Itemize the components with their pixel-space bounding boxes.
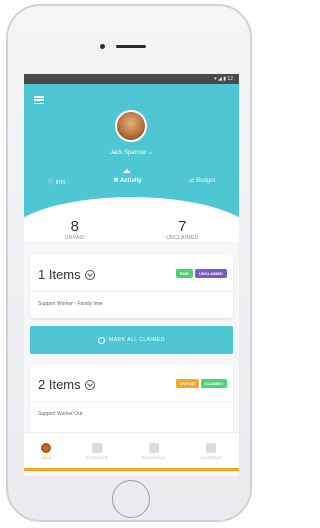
card-badges: PAID UNCLAIMED (175, 269, 227, 278)
card-title-text: 2 Items (38, 377, 81, 392)
tab-underline (24, 468, 239, 471)
card-title-text: 1 Items (38, 267, 81, 282)
stat-unpaid[interactable]: 8 UNPAID (64, 218, 85, 242)
card-title: 2 Items (38, 377, 95, 392)
front-camera (100, 44, 105, 49)
status-badge-unpaid: UNPAID (175, 379, 199, 388)
card-badges: UNPAID CLAIMED (175, 379, 227, 388)
tab-activity[interactable]: ⚒ Activity (113, 169, 142, 186)
chevron-down-icon[interactable] (84, 379, 95, 390)
active-caret-icon (123, 169, 132, 173)
hamburger-menu-icon[interactable] (34, 96, 44, 104)
mark-all-claimed-button[interactable]: MARK ALL CLAIMED (30, 326, 233, 354)
card-subtitle: Support Worker - Family time (38, 301, 103, 307)
activity-card[interactable]: 2 Items UNPAID CLAIMED Support Worker Ou… (30, 365, 233, 435)
profile-header: Jack Sparrow ⌄ ⓘ Info ⚒ Activity ⇄ Budge… (24, 84, 239, 241)
chevron-down-icon[interactable] (84, 269, 95, 280)
status-badge-claimed: CLAIMED (200, 379, 227, 388)
stat-unclaimed-value: 7 (178, 218, 187, 235)
referral-icon (148, 442, 159, 453)
user-avatar-icon (41, 442, 52, 453)
card-title: 1 Items (38, 267, 95, 282)
tab-calendar[interactable]: CALENDAR (200, 442, 222, 460)
user-name[interactable]: Jack Sparrow ⌄ (24, 149, 239, 156)
tab-expenses[interactable]: EXPENSES (85, 442, 108, 460)
tab-referrals[interactable]: REFERRALS (141, 442, 166, 460)
tab-expenses-label: EXPENSES (85, 454, 108, 460)
app-screen: ▾ ◢ ▮ 12 Jack Sparrow ⌄ ⓘ Info ⚒ Activit… (24, 74, 239, 476)
profile-menu: ⓘ Info ⚒ Activity ⇄ Budget (24, 169, 239, 186)
tab-budget[interactable]: ⇄ Budget (189, 177, 215, 186)
earpiece-speaker (116, 45, 146, 48)
tag-icon (91, 442, 102, 453)
status-bar: ▾ ◢ ▮ 12 (24, 74, 239, 84)
tab-jack[interactable]: JACK (41, 442, 52, 460)
status-badge-paid: PAID (175, 269, 193, 278)
mark-all-claimed-label: MARK ALL CLAIMED (109, 337, 165, 343)
tab-activity-label: ⚒ Activity (113, 178, 142, 184)
check-circle-icon (98, 336, 106, 344)
stat-unclaimed-label: UNCLAIMED (166, 235, 199, 241)
card-divider (30, 401, 233, 402)
tab-calendar-label: CALENDAR (200, 454, 222, 460)
activity-card[interactable]: 1 Items PAID UNCLAIMED Support Worker - … (30, 255, 233, 318)
stat-unpaid-value: 8 (70, 218, 79, 235)
status-icons: ▾ ◢ ▮ 12 (214, 76, 233, 82)
tab-jack-label: JACK (41, 454, 52, 460)
tab-referrals-label: REFERRALS (141, 454, 166, 460)
bottom-tab-bar: JACK EXPENSES REFERRALS CALENDAR (24, 432, 239, 469)
card-subtitle: Support Worker Out (38, 411, 83, 417)
stats-row: 8 UNPAID 7 UNCLAIMED (24, 218, 239, 242)
stat-unpaid-label: UNPAID (64, 235, 85, 241)
status-badge-unclaimed: UNCLAIMED (195, 269, 227, 278)
calendar-icon (205, 442, 216, 453)
tab-info[interactable]: ⓘ Info (48, 177, 66, 186)
home-button[interactable] (112, 480, 150, 518)
avatar[interactable] (115, 110, 147, 142)
stat-unclaimed[interactable]: 7 UNCLAIMED (166, 218, 199, 242)
card-divider (30, 291, 233, 292)
